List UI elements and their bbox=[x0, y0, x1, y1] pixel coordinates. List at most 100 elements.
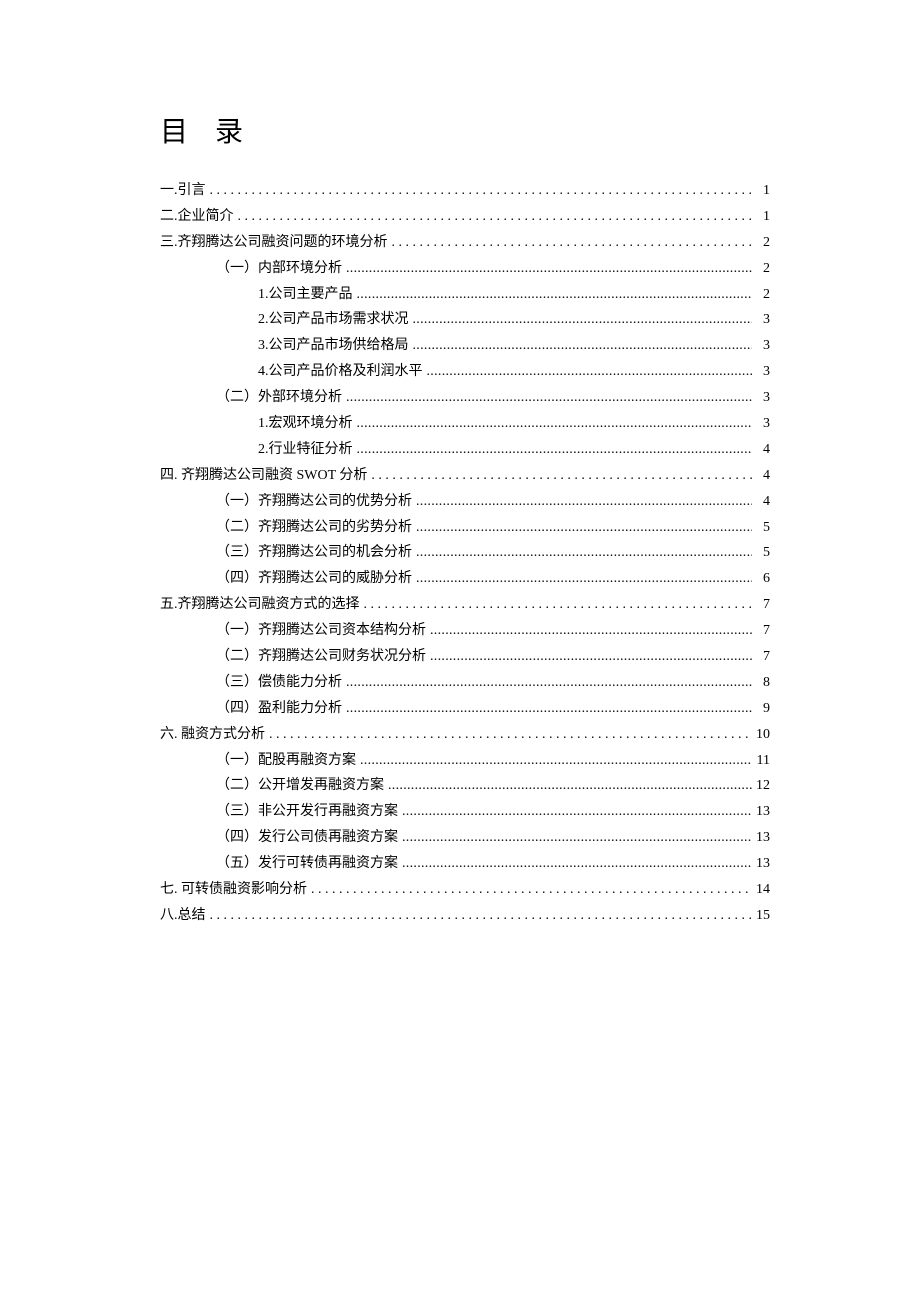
toc-entry: （二）外部环境分析 3 bbox=[216, 385, 770, 411]
toc-entry: （一）内部环境分析 2 bbox=[216, 256, 770, 282]
toc-entry-label: （三）偿债能力分析 bbox=[216, 670, 342, 696]
toc-entry: （一）配股再融资方案 11 bbox=[216, 748, 770, 774]
toc-entry-label: （一）内部环境分析 bbox=[216, 256, 342, 282]
toc-leader-dots bbox=[430, 618, 752, 644]
toc-leader-dots bbox=[413, 333, 753, 359]
toc-entry-page: 13 bbox=[756, 799, 770, 825]
toc-entry: （二）齐翔腾达公司财务状况分析 7 bbox=[216, 644, 770, 670]
toc-entry-label: 三.齐翔腾达公司融资问题的环境分析 bbox=[160, 230, 388, 256]
toc-entry-page: 1 bbox=[756, 204, 770, 230]
toc-entry-page: 2 bbox=[756, 282, 770, 308]
toc-entry-page: 4 bbox=[756, 489, 770, 515]
toc-entry-page: 5 bbox=[756, 515, 770, 541]
toc-entry: 2.行业特征分析 4 bbox=[258, 437, 770, 463]
toc-entry-page: 2 bbox=[756, 256, 770, 282]
toc-leader-dots bbox=[269, 722, 752, 748]
toc-entry-page: 3 bbox=[756, 307, 770, 333]
toc-entry: （二）公开增发再融资方案 12 bbox=[216, 773, 770, 799]
toc-leader-dots bbox=[430, 644, 752, 670]
toc-entry-label: 八.总结 bbox=[160, 903, 206, 929]
toc-entry-page: 10 bbox=[756, 722, 770, 748]
toc-leader-dots bbox=[357, 411, 753, 437]
toc-entry-label: （二）公开增发再融资方案 bbox=[216, 773, 384, 799]
toc-leader-dots bbox=[402, 825, 752, 851]
toc-entry-label: 1.公司主要产品 bbox=[258, 282, 353, 308]
toc-entry-label: 二.企业简介 bbox=[160, 204, 234, 230]
toc-entry-page: 3 bbox=[756, 411, 770, 437]
toc-leader-dots bbox=[360, 748, 752, 774]
toc-entry-page: 3 bbox=[756, 385, 770, 411]
toc-entry-label: 2.行业特征分析 bbox=[258, 437, 353, 463]
toc-entry-label: （二）齐翔腾达公司财务状况分析 bbox=[216, 644, 426, 670]
toc-entry: 六. 融资方式分析 10 bbox=[160, 722, 770, 748]
toc-entry: （四）齐翔腾达公司的威胁分析6 bbox=[216, 566, 770, 592]
toc-leader-dots bbox=[371, 463, 752, 489]
toc-entry: 4.公司产品价格及利润水平3 bbox=[258, 359, 770, 385]
toc-entry: （三）齐翔腾达公司的机会分析5 bbox=[216, 540, 770, 566]
toc-leader-dots bbox=[357, 437, 753, 463]
toc-entry-label: （二）外部环境分析 bbox=[216, 385, 342, 411]
toc-entry: 四. 齐翔腾达公司融资 SWOT 分析 4 bbox=[160, 463, 770, 489]
toc-entry-label: 3.公司产品市场供给格局 bbox=[258, 333, 409, 359]
toc-entry: 三.齐翔腾达公司融资问题的环境分析 2 bbox=[160, 230, 770, 256]
toc-leader-dots bbox=[416, 515, 752, 541]
toc-leader-dots bbox=[346, 256, 752, 282]
toc-entry-page: 15 bbox=[756, 903, 770, 929]
toc-entry: 二.企业简介 1 bbox=[160, 204, 770, 230]
toc-entry-label: 五.齐翔腾达公司融资方式的选择 bbox=[160, 592, 360, 618]
toc-entry: （一）齐翔腾达公司的优势分析 4 bbox=[216, 489, 770, 515]
toc-entry-label: 4.公司产品价格及利润水平 bbox=[258, 359, 423, 385]
toc-entry: 1.宏观环境分析3 bbox=[258, 411, 770, 437]
toc-entry-label: 一.引言 bbox=[160, 178, 206, 204]
toc-entry-page: 7 bbox=[756, 592, 770, 618]
toc-leader-dots bbox=[346, 385, 752, 411]
toc-entry-label: （一）齐翔腾达公司的优势分析 bbox=[216, 489, 412, 515]
toc-entry-page: 13 bbox=[756, 851, 770, 877]
toc-entry: 3.公司产品市场供给格局 3 bbox=[258, 333, 770, 359]
toc-entry-label: （四）盈利能力分析 bbox=[216, 696, 342, 722]
toc-entry-page: 4 bbox=[756, 437, 770, 463]
toc-entry-page: 14 bbox=[756, 877, 770, 903]
toc-leader-dots bbox=[364, 592, 753, 618]
toc-leader-dots bbox=[427, 359, 753, 385]
toc-leader-dots bbox=[210, 178, 753, 204]
toc-leader-dots bbox=[413, 307, 753, 333]
toc-entry-label: （二）齐翔腾达公司的劣势分析 bbox=[216, 515, 412, 541]
toc-entry-page: 7 bbox=[756, 644, 770, 670]
toc-entry-page: 2 bbox=[756, 230, 770, 256]
toc-entry-page: 4 bbox=[756, 463, 770, 489]
toc-entry-page: 8 bbox=[756, 670, 770, 696]
toc-entry: （四）发行公司债再融资方案13 bbox=[216, 825, 770, 851]
toc-entry-label: 四. 齐翔腾达公司融资 SWOT 分析 bbox=[160, 463, 367, 489]
toc-leader-dots bbox=[238, 204, 753, 230]
toc-leader-dots bbox=[392, 230, 753, 256]
toc-leader-dots bbox=[388, 773, 752, 799]
toc-entry-label: 七. 可转债融资影响分析 bbox=[160, 877, 307, 903]
toc-entry: （五）发行可转债再融资方案13 bbox=[216, 851, 770, 877]
toc-title: 目 录 bbox=[160, 110, 770, 150]
toc-entry-page: 9 bbox=[756, 696, 770, 722]
toc-entry: （三）非公开发行再融资方案13 bbox=[216, 799, 770, 825]
toc-list: 一.引言1二.企业简介 1 三.齐翔腾达公司融资问题的环境分析 2 （一）内部环境分析 2… bbox=[160, 178, 770, 929]
toc-leader-dots bbox=[416, 540, 752, 566]
toc-leader-dots bbox=[402, 851, 752, 877]
toc-entry-label: （一）齐翔腾达公司资本结构分析 bbox=[216, 618, 426, 644]
toc-entry-label: 2.公司产品市场需求状况 bbox=[258, 307, 409, 333]
toc-entry: 七. 可转债融资影响分析 14 bbox=[160, 877, 770, 903]
toc-entry-label: （三）齐翔腾达公司的机会分析 bbox=[216, 540, 412, 566]
toc-entry: 八.总结 15 bbox=[160, 903, 770, 929]
toc-entry-page: 7 bbox=[756, 618, 770, 644]
toc-entry-label: （一）配股再融资方案 bbox=[216, 748, 356, 774]
toc-leader-dots bbox=[346, 670, 752, 696]
toc-entry: 一.引言1 bbox=[160, 178, 770, 204]
toc-entry-page: 3 bbox=[756, 333, 770, 359]
toc-leader-dots bbox=[416, 489, 752, 515]
toc-entry-label: 六. 融资方式分析 bbox=[160, 722, 265, 748]
toc-leader-dots bbox=[346, 696, 752, 722]
toc-entry-page: 12 bbox=[756, 773, 770, 799]
toc-leader-dots bbox=[416, 566, 752, 592]
toc-leader-dots bbox=[311, 877, 752, 903]
toc-entry-page: 11 bbox=[756, 748, 770, 774]
toc-entry-page: 6 bbox=[756, 566, 770, 592]
toc-entry: （三）偿债能力分析 8 bbox=[216, 670, 770, 696]
